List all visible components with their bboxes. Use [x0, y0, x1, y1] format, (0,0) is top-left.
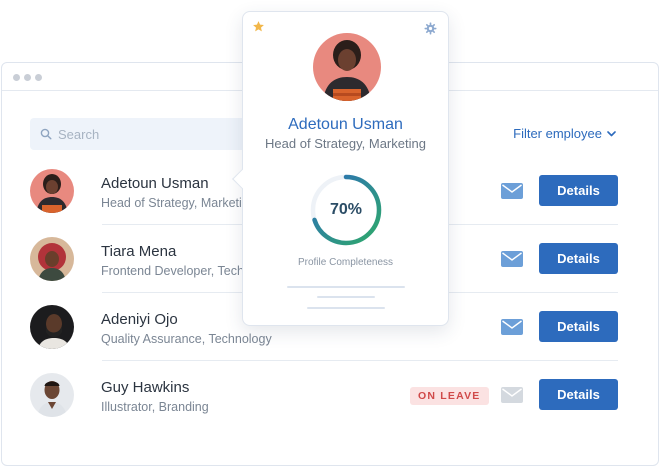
completeness-value: 70%: [329, 201, 363, 218]
placeholder-line: [287, 286, 405, 288]
chevron-down-icon: [607, 130, 616, 136]
profile-role: Head of Strategy, Marketing: [265, 136, 426, 151]
star-icon[interactable]: [252, 20, 265, 33]
profile-avatar: [313, 33, 381, 101]
window-controls[interactable]: [13, 74, 42, 81]
details-button[interactable]: Details: [539, 243, 618, 274]
employee-role: Illustrator, Branding: [101, 400, 209, 414]
avatar: [30, 373, 74, 417]
mail-icon[interactable]: [501, 387, 523, 403]
employee-name: Guy Hawkins: [101, 379, 190, 396]
mail-icon[interactable]: [501, 319, 523, 335]
details-button[interactable]: Details: [539, 175, 618, 206]
search-icon: [40, 128, 52, 140]
avatar: [30, 237, 74, 281]
employee-row[interactable]: Guy Hawkins Illustrator, Branding ON LEA…: [30, 361, 618, 429]
profile-name: Adetoun Usman: [288, 116, 403, 133]
window-dot[interactable]: [13, 74, 20, 81]
window-dot[interactable]: [24, 74, 31, 81]
completeness-label: Profile Completeness: [297, 257, 394, 268]
details-button[interactable]: Details: [539, 379, 618, 410]
employee-role: Head of Strategy, Marketing: [101, 196, 256, 210]
gear-icon[interactable]: [424, 22, 437, 35]
employee-role: Quality Assurance, Technology: [101, 332, 272, 346]
search-input[interactable]: [58, 118, 248, 150]
filter-label: Filter employee: [513, 126, 602, 141]
employee-name: Adeniyi Ojo: [101, 311, 178, 328]
placeholder-line: [307, 307, 385, 309]
employee-name: Tiara Mena: [101, 243, 177, 260]
filter-employee-dropdown[interactable]: Filter employee: [513, 126, 616, 141]
mail-icon[interactable]: [501, 251, 523, 267]
avatar: [30, 169, 74, 213]
avatar: [30, 305, 74, 349]
mail-icon[interactable]: [501, 183, 523, 199]
profile-popover: Adetoun Usman Head of Strategy, Marketin…: [232, 11, 449, 326]
search-bar[interactable]: [30, 118, 260, 150]
window-dot[interactable]: [35, 74, 42, 81]
employee-name: Adetoun Usman: [101, 175, 209, 192]
placeholder-line: [317, 296, 375, 298]
details-button[interactable]: Details: [539, 311, 618, 342]
status-badge: ON LEAVE: [410, 387, 489, 405]
